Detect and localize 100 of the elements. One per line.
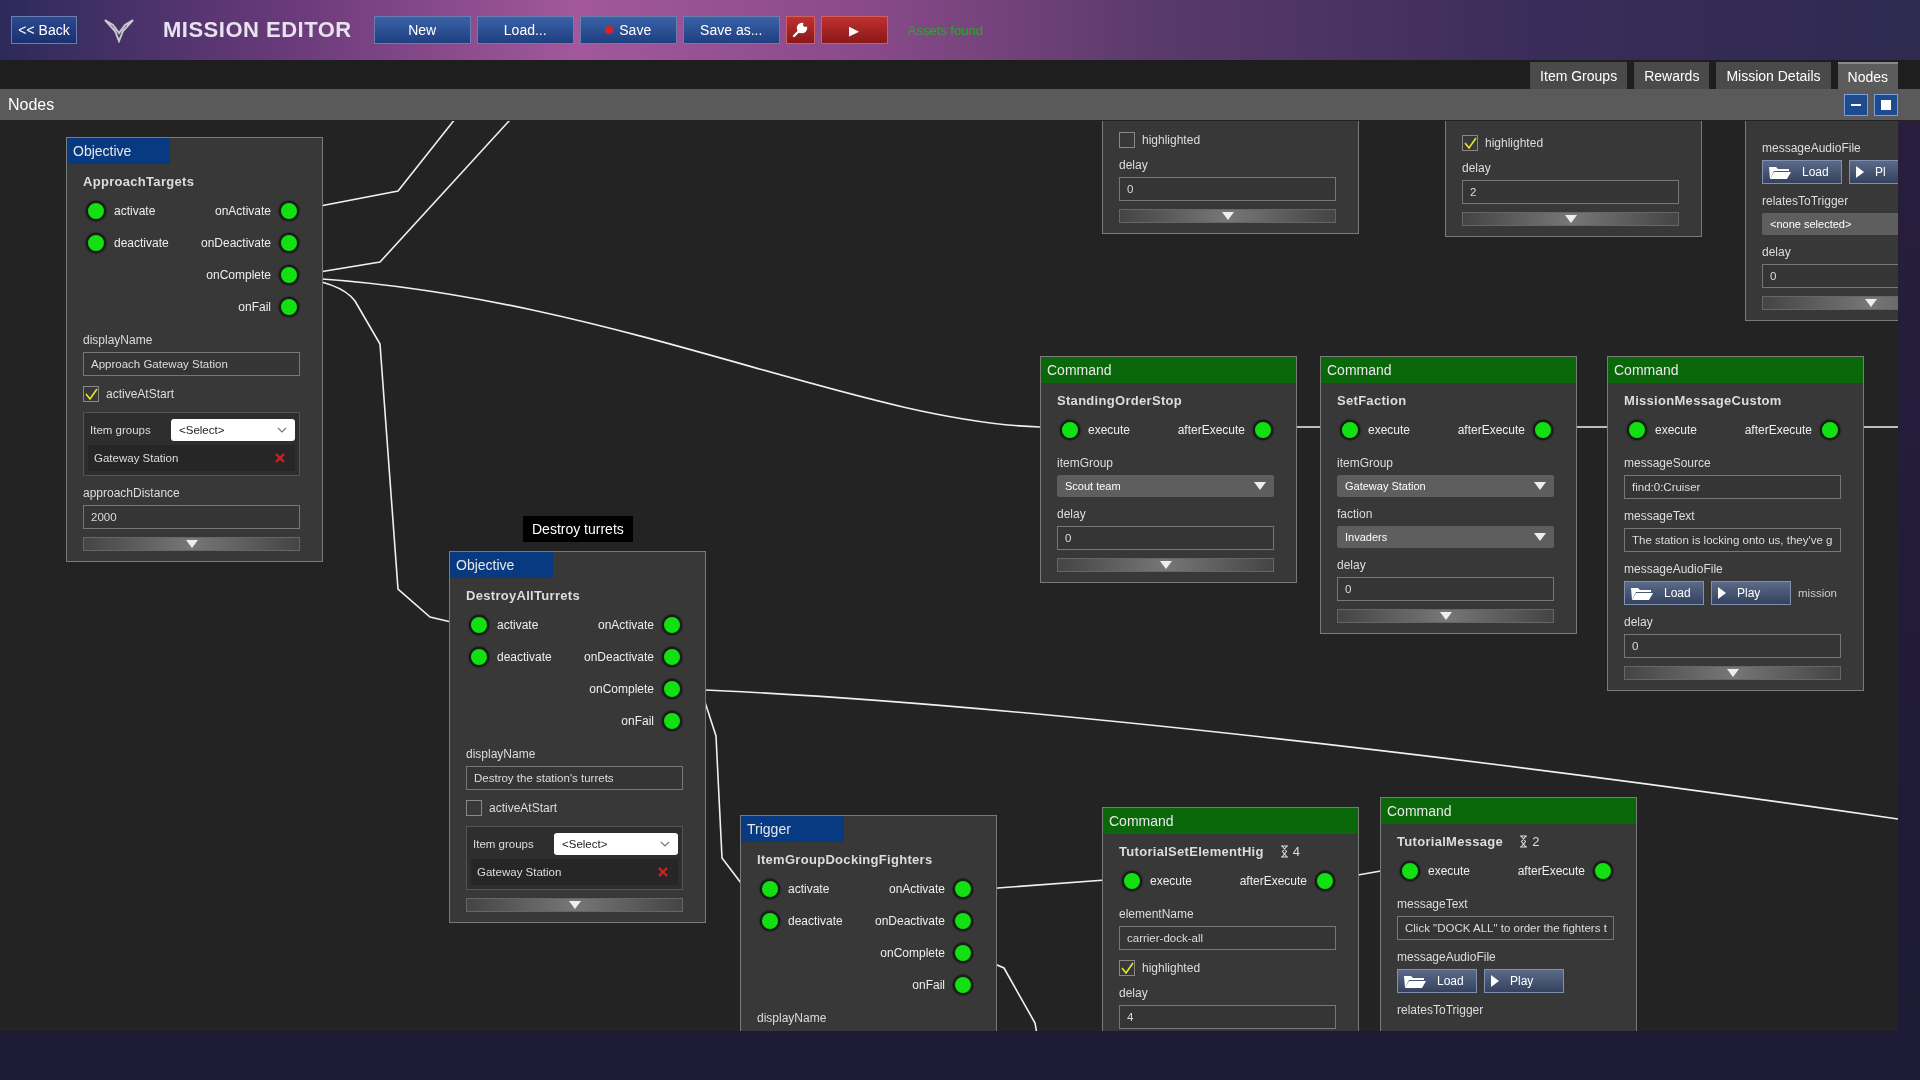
port-connector[interactable] xyxy=(1122,871,1142,891)
port-connector[interactable] xyxy=(1533,420,1553,440)
select-dropdown[interactable]: <Select> xyxy=(171,419,295,441)
hourglass-icon xyxy=(1519,835,1529,848)
minimize-button[interactable] xyxy=(1844,93,1868,116)
load-button[interactable]: Load xyxy=(1624,581,1704,605)
input-field[interactable]: Destroy the station's turrets xyxy=(466,766,683,790)
input-field[interactable]: 0 xyxy=(1057,526,1274,550)
list-row[interactable]: Gateway Station xyxy=(88,445,295,471)
port-connector[interactable] xyxy=(1400,861,1420,881)
checkbox[interactable] xyxy=(83,386,99,402)
port-connector[interactable] xyxy=(469,615,489,635)
port-connector[interactable] xyxy=(662,711,682,731)
input-field[interactable]: 0 xyxy=(1337,577,1554,601)
down-triangle-icon xyxy=(568,901,581,909)
item-groups-label: Item groups xyxy=(89,424,151,436)
port-label: afterExecute xyxy=(1517,864,1585,878)
port-connector[interactable] xyxy=(279,201,299,221)
play-button[interactable]: Play xyxy=(1484,969,1564,993)
input-field[interactable]: 0 xyxy=(1119,177,1336,201)
port-connector[interactable] xyxy=(1627,420,1647,440)
port-connector[interactable] xyxy=(662,647,682,667)
port-connector[interactable] xyxy=(469,647,489,667)
tab[interactable]: Mission Details xyxy=(1716,62,1831,89)
port-label: onComplete xyxy=(589,682,654,696)
select-dropdown[interactable]: <Select> xyxy=(554,833,678,855)
node-name: SetFaction xyxy=(1337,393,1407,408)
field-label: delay xyxy=(1119,158,1149,172)
save-button[interactable]: Save xyxy=(579,16,677,44)
load-button[interactable]: Load xyxy=(1762,160,1842,184)
port-connector[interactable] xyxy=(953,879,973,899)
port-connector[interactable] xyxy=(953,975,973,995)
checkbox-label: highlighted xyxy=(1142,961,1201,975)
input-field[interactable]: The station is locking onto us, they've g xyxy=(1624,528,1841,552)
checkbox[interactable] xyxy=(1119,132,1135,148)
checkbox[interactable] xyxy=(466,800,482,816)
node-card[interactable]: Command StandingOrderStop execute afterExecute itemGroup Scout team delay 0 xyxy=(1040,356,1297,583)
node-card[interactable]: Objective ApproachTargets activate onActivate deactivate onDeactivate onComplete onFail displayName Approach Gateway Station activeAtStart Item groups <Select> Gateway Station approachDistance 2000 xyxy=(66,137,323,562)
node-card[interactable]: highlighted delay 0 xyxy=(1102,121,1359,234)
input-field[interactable]: 2000 xyxy=(83,505,300,529)
select-dropdown[interactable]: <none selected> xyxy=(1762,213,1898,235)
play-button[interactable]: Play xyxy=(1711,581,1791,605)
port-connector[interactable] xyxy=(1253,420,1273,440)
node-card[interactable]: Command SetFaction execute afterExecute itemGroup Gateway Station faction Invaders delay 0 xyxy=(1320,356,1577,634)
port-connector[interactable] xyxy=(1820,420,1840,440)
port-connector[interactable] xyxy=(1593,861,1613,881)
port-connector[interactable] xyxy=(279,233,299,253)
node-card[interactable]: messageAudioFile Load Pl relatesToTrigger <none selected> delay 0 xyxy=(1745,121,1898,321)
port-connector[interactable] xyxy=(86,201,106,221)
toolbar-button[interactable]: New xyxy=(373,16,471,44)
tab[interactable]: Nodes xyxy=(1837,62,1898,89)
back-button[interactable]: << Back xyxy=(11,16,77,44)
input-field[interactable]: carrier-dock-all xyxy=(1119,926,1336,950)
input-field[interactable]: Approach Gateway Station xyxy=(83,352,300,376)
input-field[interactable]: 0 xyxy=(1624,634,1841,658)
list-row[interactable]: Gateway Station xyxy=(471,859,678,885)
select-dropdown[interactable]: Invaders xyxy=(1337,526,1554,548)
checkbox[interactable] xyxy=(1462,135,1478,151)
field-label: delay xyxy=(1057,507,1087,521)
node-card[interactable]: Command MissionMessageCustom execute afterExecute messageSource find:0:Cruiser messageText The station is locking onto us, they've g messageAudioFile Load Play mission delay 0 xyxy=(1607,356,1864,691)
port-connector[interactable] xyxy=(953,911,973,931)
play-button[interactable]: Pl xyxy=(1849,160,1898,184)
toolbar-button[interactable]: Save as... xyxy=(682,16,780,44)
input-field[interactable]: find:0:Cruiser xyxy=(1624,475,1841,499)
select-dropdown[interactable]: Gateway Station xyxy=(1337,475,1554,497)
port-connector[interactable] xyxy=(760,911,780,931)
tab[interactable]: Item Groups xyxy=(1530,62,1628,89)
node-header: Command xyxy=(1608,357,1863,383)
input-field[interactable]: 4 xyxy=(1119,1005,1336,1029)
field-label: messageAudioFile xyxy=(1397,950,1497,964)
wrench-button[interactable] xyxy=(785,16,815,44)
node-card[interactable]: Trigger ItemGroupDockingFighters activate onActivate deactivate onDeactivate onComplete onFail displayName xyxy=(740,815,997,1031)
port-connector[interactable] xyxy=(86,233,106,253)
node-name: ApproachTargets xyxy=(83,174,195,189)
input-field[interactable]: 0 xyxy=(1762,264,1898,288)
maximize-button[interactable] xyxy=(1874,93,1898,116)
port-connector[interactable] xyxy=(760,879,780,899)
port-connector[interactable] xyxy=(662,615,682,635)
toolbar-button[interactable]: Load... xyxy=(476,16,574,44)
input-field[interactable]: Click "DOCK ALL" to order the fighters t xyxy=(1397,916,1614,940)
tab[interactable]: Rewards xyxy=(1634,62,1710,89)
checkbox[interactable] xyxy=(1119,960,1135,976)
app-title: MISSION EDITOR xyxy=(163,17,352,43)
load-button[interactable]: Load xyxy=(1397,969,1477,993)
port-connector[interactable] xyxy=(1060,420,1080,440)
port-label: onDeactivate xyxy=(200,236,271,250)
port-connector[interactable] xyxy=(1340,420,1360,440)
port-connector[interactable] xyxy=(279,297,299,317)
node-card[interactable]: highlighted delay 2 xyxy=(1445,121,1702,237)
field-label: relatesToTrigger xyxy=(1397,1003,1485,1017)
port-connector[interactable] xyxy=(953,943,973,963)
node-card[interactable]: Command TutorialMessage 2 execute afterExecute messageText Click "DOCK ALL" to order the fighters t messageAudioFile Load Play relatesToTrigger xyxy=(1380,797,1637,1031)
down-triangle-icon xyxy=(185,540,198,548)
node-card[interactable]: Command TutorialSetElementHig 4 execute afterExecute elementName carrier-dock-all highlighted delay 4 xyxy=(1102,807,1359,1031)
play-button[interactable]: ▶ xyxy=(820,16,888,44)
port-connector[interactable] xyxy=(1315,871,1335,891)
port-connector[interactable] xyxy=(279,265,299,285)
select-dropdown[interactable]: Scout team xyxy=(1057,475,1274,497)
input-field[interactable]: 2 xyxy=(1462,180,1679,204)
port-connector[interactable] xyxy=(662,679,682,699)
